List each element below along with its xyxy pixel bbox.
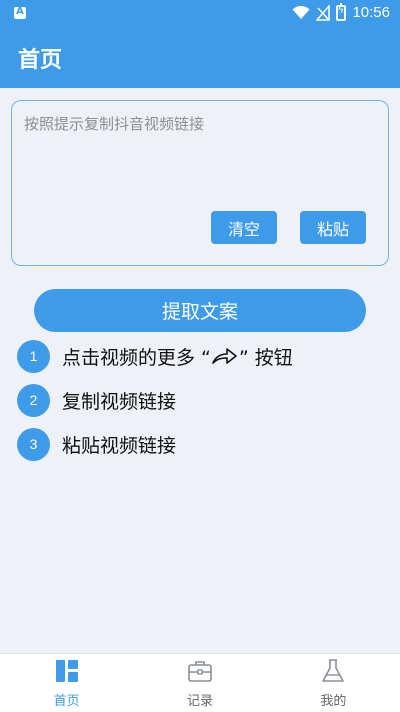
clear-button[interactable]: 清空	[211, 211, 277, 244]
link-input-card: 清空 粘贴	[11, 100, 389, 266]
step-number-badge: 1	[17, 339, 50, 373]
no-signal-icon	[316, 4, 331, 21]
extract-text-button[interactable]: 提取文案	[34, 289, 366, 332]
nav-label-mine: 我的	[320, 694, 347, 709]
step-number-badge: 2	[17, 383, 50, 417]
briefcase-icon	[188, 661, 212, 682]
flask-icon	[322, 659, 345, 682]
nav-label-records: 记录	[186, 694, 213, 709]
video-link-input[interactable]	[22, 111, 376, 205]
nav-item-records[interactable]: 记录	[133, 654, 266, 712]
app-notification-icon	[14, 6, 26, 19]
step-text: 粘贴视频链接	[62, 434, 177, 457]
step-item-1: 1 点击视频的更多 “ ” 按钮	[17, 339, 293, 373]
app-bar: 首页	[0, 28, 400, 88]
status-time: 10:56	[352, 4, 390, 21]
share-arrow-icon	[212, 348, 237, 364]
step-item-3: 3 粘贴视频链接	[17, 427, 176, 461]
step-text-before: 点击视频的更多 “	[62, 346, 211, 369]
status-bar: 10:56	[0, 0, 400, 28]
step-text: 复制视频链接	[62, 390, 177, 413]
step-text-after: ” 按钮	[238, 346, 293, 369]
nav-label-home: 首页	[53, 694, 80, 709]
paste-button[interactable]: 粘贴	[300, 211, 366, 244]
nav-item-mine[interactable]: 我的	[267, 654, 400, 712]
step-number-badge: 3	[17, 427, 50, 461]
wifi-icon	[292, 5, 310, 19]
battery-charging-icon	[336, 2, 347, 21]
home-grid-icon	[55, 660, 78, 682]
status-icons: 10:56	[292, 2, 390, 21]
bottom-nav: 首页 记录 我的	[0, 653, 400, 712]
step-text: 点击视频的更多 “ ” 按钮	[62, 343, 293, 370]
step-item-2: 2 复制视频链接	[17, 383, 176, 417]
page-title: 首页	[18, 48, 63, 73]
nav-item-home[interactable]: 首页	[0, 654, 133, 712]
